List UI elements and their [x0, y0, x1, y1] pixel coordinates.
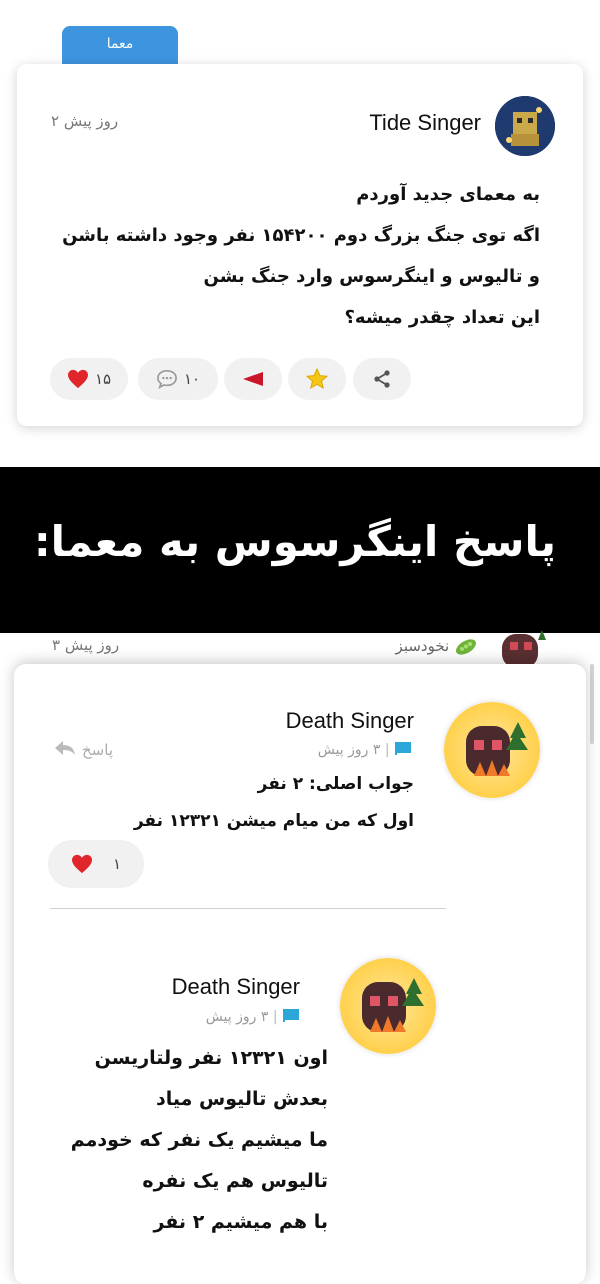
- post-body-line: و تالیوس و اینگرسوس وارد جنگ بشن: [203, 266, 540, 287]
- post-author-name[interactable]: Tide Singer: [369, 110, 481, 136]
- comment-count: ۱۰: [183, 370, 201, 388]
- comment-body: جواب اصلی: ۲ نفر اول که من میام میشن ۱۲۳…: [54, 766, 414, 840]
- comments-card: Death Singer | ۳ روز پیش پاسخ جواب اصلی:…: [14, 664, 586, 1284]
- comment-line: بعدش تالیوس میاد: [156, 1088, 328, 1110]
- background-comment-time: ۳ روز پیش: [52, 636, 120, 654]
- reply-arrow-icon: [54, 740, 76, 760]
- like-count: ۱۵: [94, 370, 112, 388]
- like-button[interactable]: ۱۵: [50, 358, 128, 400]
- post-body: به معمای جدید آوردم اگه توی جنگ بزرگ دوم…: [50, 174, 540, 338]
- comment-line: ما میشیم یک نفر که خودمم: [70, 1129, 328, 1151]
- comment-line: تالیوس هم یک نفره: [142, 1170, 328, 1192]
- comment-avatar[interactable]: [340, 958, 436, 1054]
- comment-avatar[interactable]: [444, 702, 540, 798]
- share-icon: [372, 369, 392, 389]
- author-avatar[interactable]: [495, 96, 555, 156]
- comment-time: ۳ روز پیش: [317, 742, 381, 758]
- comment-divider: [50, 908, 446, 909]
- comment-meta: | ۳ روز پیش: [318, 741, 412, 759]
- comment-button[interactable]: ۱۰: [138, 358, 218, 400]
- category-tag[interactable]: معما: [62, 26, 178, 64]
- comment-line: جواب اصلی: ۲ نفر: [257, 774, 414, 794]
- comment-icon: [156, 369, 178, 389]
- post-body-line: اگه توی جنگ بزرگ دوم ۱۵۴۲۰۰ نفر وجود داش…: [62, 225, 540, 246]
- background-comment-author-name: نخودسبز: [395, 637, 450, 655]
- flag-icon: [282, 1008, 300, 1026]
- post-card: Tide Singer ۲ روز پیش به معمای جدید آورد…: [17, 64, 583, 426]
- reply-button[interactable]: پاسخ: [54, 740, 113, 760]
- comment-body: اون ۱۲۳۲۱ نفر ولتاریسن بعدش تالیوس میاد …: [28, 1038, 328, 1243]
- flag-icon: [242, 371, 264, 387]
- comment-author-name[interactable]: Death Singer: [172, 974, 300, 1000]
- comment-like-count: ۱: [112, 855, 122, 873]
- background-comment-author[interactable]: نخودسبز: [396, 637, 478, 656]
- post-body-line: به معمای جدید آوردم: [356, 184, 540, 205]
- comment-line: با هم میشیم ۲ نفر: [153, 1211, 328, 1233]
- share-button[interactable]: [353, 358, 411, 400]
- scrollbar[interactable]: [590, 664, 594, 744]
- comment-meta: | ۳ روز پیش: [206, 1008, 300, 1026]
- pea-pod-icon: [449, 637, 478, 655]
- flag-icon: [394, 741, 412, 759]
- report-button[interactable]: [224, 358, 282, 400]
- answer-banner: پاسخ اینگرسوس به معما:: [0, 467, 600, 633]
- comment-author-name[interactable]: Death Singer: [286, 708, 414, 734]
- comment-line: اول که من میام میشن ۱۲۳۲۱ نفر: [133, 811, 414, 831]
- post-time: ۲ روز پیش: [51, 112, 119, 130]
- star-icon: [305, 367, 329, 391]
- heart-icon: [71, 854, 93, 874]
- background-comment-avatar[interactable]: [496, 628, 548, 668]
- reply-label: پاسخ: [82, 741, 113, 759]
- banner-title: پاسخ اینگرسوس به معما:: [33, 517, 556, 566]
- favorite-button[interactable]: [288, 358, 346, 400]
- comment-like-button[interactable]: ۱: [48, 840, 144, 888]
- comment-line: اون ۱۲۳۲۱ نفر ولتاریسن: [94, 1047, 328, 1069]
- heart-icon: [67, 369, 89, 389]
- comment-time: ۳ روز پیش: [205, 1009, 269, 1025]
- post-body-line: این تعداد چقدر میشه؟: [344, 307, 540, 328]
